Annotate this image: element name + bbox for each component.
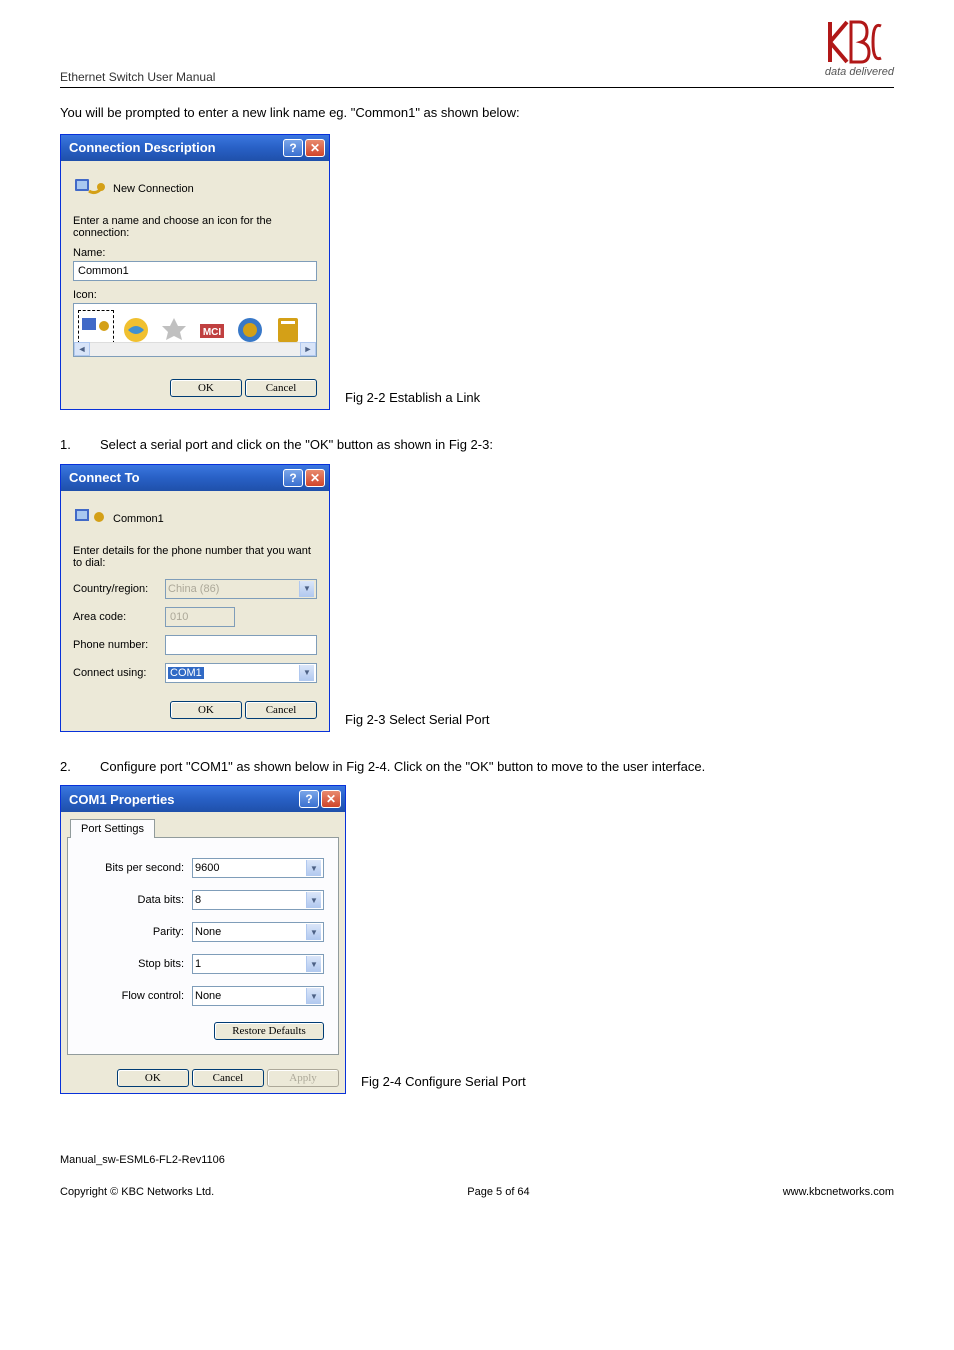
dial-prompt: Enter details for the phone number that … (73, 545, 317, 569)
ok-button[interactable]: OK (117, 1069, 189, 1087)
stop-bits-select[interactable]: 1▼ (192, 954, 324, 974)
footer-url: www.kbcnetworks.com (783, 1186, 894, 1198)
step-1: 1.Select a serial port and click on the … (60, 435, 894, 456)
data-bits-select[interactable]: 8▼ (192, 890, 324, 910)
connection-prompt: Enter a name and choose an icon for the … (73, 215, 317, 239)
new-connection-icon (73, 173, 105, 205)
bits-select[interactable]: 9600▼ (192, 858, 324, 878)
dialog-titlebar: Connect To ? ✕ (61, 465, 329, 491)
logo-tagline: data delivered (825, 66, 894, 78)
ok-button[interactable]: OK (170, 701, 242, 719)
close-button[interactable]: ✕ (305, 469, 325, 487)
name-input[interactable] (73, 261, 317, 281)
dialog-subtitle: Common1 (113, 513, 164, 525)
close-button[interactable]: ✕ (321, 790, 341, 808)
dialog-titlebar: Connection Description ? ✕ (61, 135, 329, 161)
connect-using-select[interactable]: COM1▼ (165, 663, 317, 683)
figure-caption-1: Fig 2-2 Establish a Link (345, 390, 480, 405)
com1-properties-dialog: COM1 Properties ? ✕ Port Settings Bits p… (60, 785, 346, 1094)
help-button[interactable]: ? (283, 139, 303, 157)
cancel-button[interactable]: Cancel (245, 379, 317, 397)
flow-control-select[interactable]: None▼ (192, 986, 324, 1006)
chevron-down-icon[interactable]: ▼ (306, 892, 321, 908)
chevron-down-icon: ▼ (299, 581, 314, 597)
dialog-title: COM1 Properties (69, 792, 174, 807)
phone-label: Phone number: (73, 639, 165, 651)
icon-option-1[interactable] (80, 312, 112, 344)
copyright: Copyright © KBC Networks Ltd. (60, 1186, 214, 1198)
restore-defaults-button[interactable]: Restore Defaults (214, 1022, 324, 1040)
country-label: Country/region: (73, 583, 165, 595)
chevron-down-icon[interactable]: ▼ (306, 860, 321, 876)
port-settings-tab[interactable]: Port Settings (70, 819, 155, 838)
figure-caption-2: Fig 2-3 Select Serial Port (345, 712, 490, 727)
parity-select[interactable]: None▼ (192, 922, 324, 942)
close-button[interactable]: ✕ (305, 139, 325, 157)
ok-button[interactable]: OK (170, 379, 242, 397)
bits-label: Bits per second: (82, 862, 192, 874)
scroll-track[interactable] (90, 342, 300, 356)
kbc-logo-icon (825, 20, 885, 64)
dialog-subtitle: New Connection (113, 183, 194, 195)
scroll-right-button[interactable]: ► (300, 342, 316, 356)
area-code-label: Area code: (73, 611, 165, 623)
help-button[interactable]: ? (299, 790, 319, 808)
area-code-input (165, 607, 235, 627)
dialog-titlebar: COM1 Properties ? ✕ (61, 786, 345, 812)
connection-description-dialog: Connection Description ? ✕ New Connectio… (60, 134, 330, 410)
scroll-left-button[interactable]: ◄ (74, 342, 90, 356)
icon-label: Icon: (73, 289, 317, 301)
dialog-title: Connection Description (69, 140, 216, 155)
cancel-button[interactable]: Cancel (245, 701, 317, 719)
company-logo: data delivered (825, 20, 894, 78)
connect-using-label: Connect using: (73, 667, 165, 679)
connection-icon (73, 503, 105, 535)
phone-input[interactable] (165, 635, 317, 655)
figure-caption-3: Fig 2-4 Configure Serial Port (361, 1074, 526, 1089)
name-label: Name: (73, 247, 317, 259)
chevron-down-icon[interactable]: ▼ (299, 665, 314, 681)
step-2: 2.Configure port "COM1" as shown below i… (60, 757, 894, 778)
svg-text:MCI: MCI (203, 327, 222, 338)
cancel-button[interactable]: Cancel (192, 1069, 264, 1087)
dialog-title: Connect To (69, 470, 140, 485)
document-header: Ethernet Switch User Manual (60, 70, 894, 88)
intro-text: You will be prompted to enter a new link… (60, 103, 894, 124)
chevron-down-icon[interactable]: ▼ (306, 956, 321, 972)
help-button[interactable]: ? (283, 469, 303, 487)
stop-bits-label: Stop bits: (82, 958, 192, 970)
country-select: China (86)▼ (165, 579, 317, 599)
page-number: Page 5 of 64 (467, 1186, 529, 1198)
flow-control-label: Flow control: (82, 990, 192, 1002)
connect-to-dialog: Connect To ? ✕ Common1 Enter details for… (60, 464, 330, 732)
chevron-down-icon[interactable]: ▼ (306, 988, 321, 1004)
manual-id: Manual_sw-ESML6-FL2-Rev1106 (60, 1154, 894, 1166)
data-bits-label: Data bits: (82, 894, 192, 906)
chevron-down-icon[interactable]: ▼ (306, 924, 321, 940)
page-footer: Manual_sw-ESML6-FL2-Rev1106 Copyright © … (60, 1154, 894, 1198)
icon-selector[interactable]: MCI ◄ ► (73, 303, 317, 357)
parity-label: Parity: (82, 926, 192, 938)
apply-button: Apply (267, 1069, 339, 1087)
